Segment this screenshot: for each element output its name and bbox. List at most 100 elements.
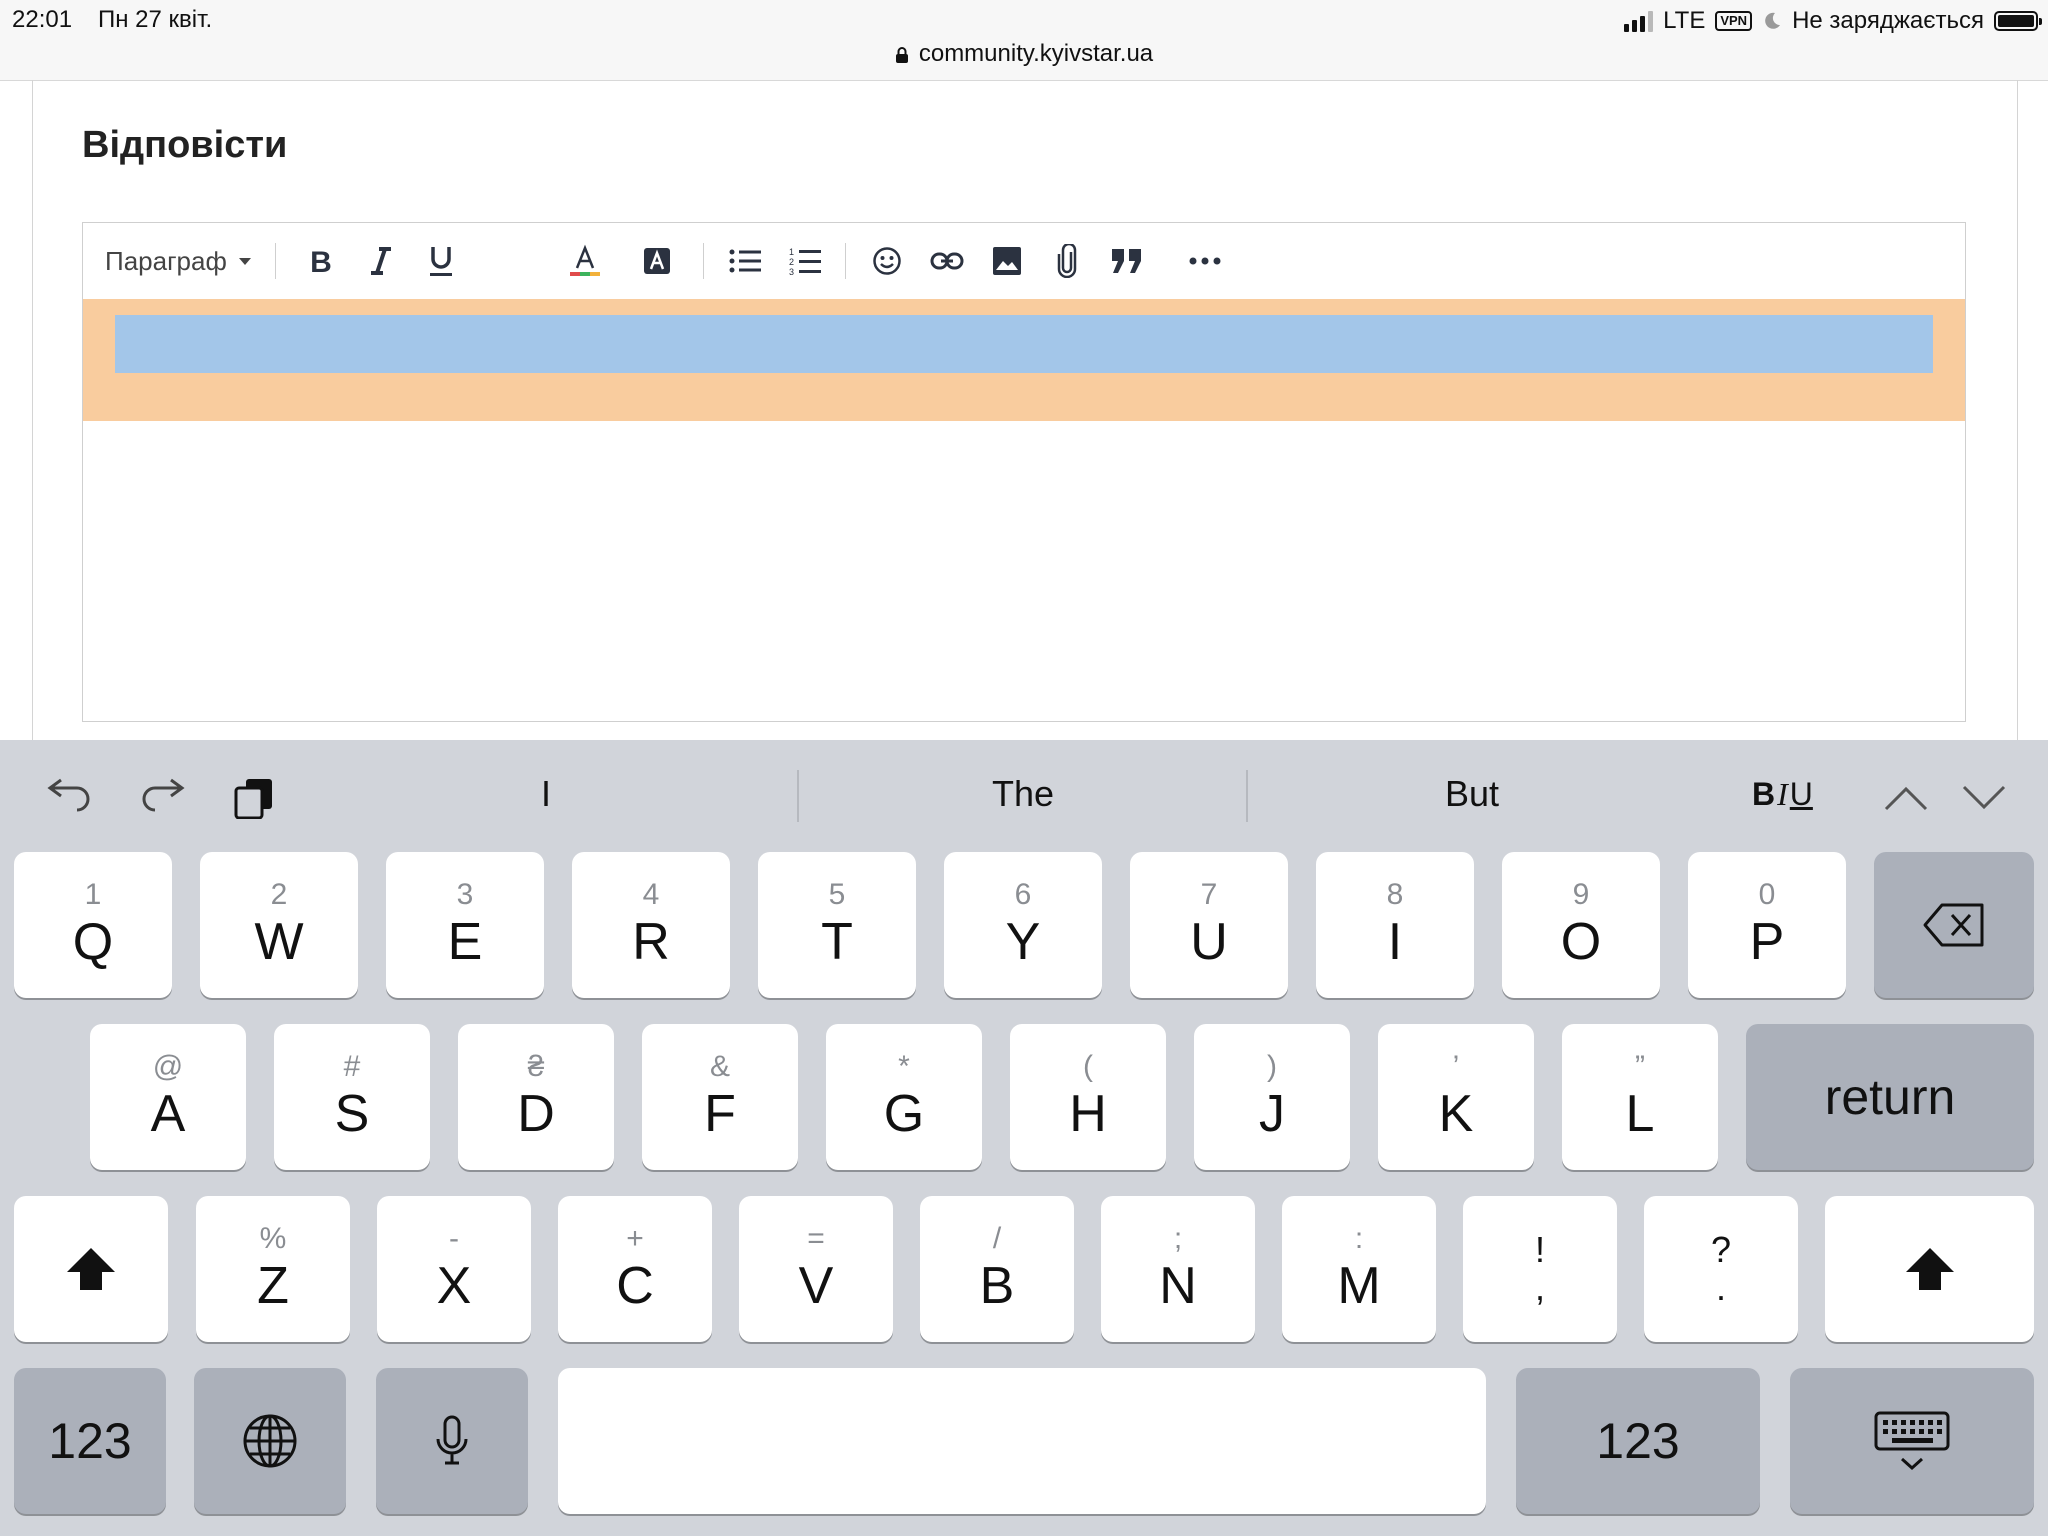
numbers-key-left[interactable]: 123 bbox=[14, 1368, 166, 1514]
attachment-icon bbox=[1057, 244, 1077, 278]
key-c[interactable]: + C bbox=[558, 1196, 712, 1342]
dictation-key[interactable] bbox=[376, 1368, 528, 1514]
key-bottom-symbol: . bbox=[1715, 1267, 1726, 1308]
key-bottom-symbol: , bbox=[1534, 1267, 1545, 1308]
key-z[interactable]: % Z bbox=[196, 1196, 350, 1342]
key-u[interactable]: 7U bbox=[1130, 852, 1288, 998]
shift-key-left[interactable] bbox=[14, 1196, 168, 1342]
key-j[interactable]: ) J bbox=[1194, 1024, 1350, 1170]
shift-icon bbox=[67, 1248, 115, 1290]
key-m[interactable]: :M bbox=[1282, 1196, 1436, 1342]
key-s[interactable]: # S bbox=[274, 1024, 430, 1170]
suggestion-bar: I The But BIU bbox=[0, 740, 2048, 848]
text-color-icon bbox=[570, 244, 600, 276]
italic-icon bbox=[371, 247, 391, 275]
key-exclamation-comma[interactable]: !, bbox=[1463, 1196, 1617, 1342]
key-letter: K bbox=[1438, 1085, 1474, 1143]
text-color-button[interactable] bbox=[565, 241, 605, 281]
keyboard-dismiss-icon bbox=[1874, 1411, 1950, 1471]
key-letter: T bbox=[821, 913, 853, 971]
paragraph-select[interactable]: Параграф bbox=[105, 241, 251, 281]
status-time: 22:01 bbox=[12, 6, 73, 33]
suggestion-3[interactable]: But bbox=[1249, 740, 1695, 848]
key-q[interactable]: 1Q bbox=[14, 852, 172, 998]
battery-icon bbox=[1994, 11, 2042, 31]
key-g[interactable]: * G bbox=[826, 1024, 982, 1170]
backspace-key[interactable] bbox=[1874, 852, 2034, 998]
signal-icon bbox=[1624, 10, 1654, 32]
key-secondary: @ bbox=[152, 1050, 184, 1083]
format-button[interactable]: BIU bbox=[1752, 776, 1813, 813]
key-k[interactable]: ’ K bbox=[1378, 1024, 1534, 1170]
key-t[interactable]: 5T bbox=[758, 852, 916, 998]
attachment-button[interactable] bbox=[1047, 241, 1087, 281]
key-question-period[interactable]: ?. bbox=[1644, 1196, 1798, 1342]
key-secondary: ’ bbox=[1452, 1050, 1460, 1083]
numbers-key-right[interactable]: 123 bbox=[1516, 1368, 1760, 1514]
more-button[interactable] bbox=[1185, 241, 1225, 281]
italic-button[interactable] bbox=[361, 241, 401, 281]
backspace-icon bbox=[1923, 903, 1984, 947]
svg-text:3: 3 bbox=[789, 267, 794, 276]
key-r[interactable]: 4R bbox=[572, 852, 730, 998]
rich-text-editor[interactable]: Параграф B 123 bbox=[82, 222, 1966, 722]
toolbar-divider bbox=[845, 243, 846, 279]
key-secondary: ( bbox=[1083, 1050, 1093, 1083]
previous-field-button[interactable] bbox=[1878, 770, 1934, 826]
status-date: Пн 27 квіт. bbox=[98, 6, 213, 33]
svg-text:2: 2 bbox=[789, 257, 794, 267]
emoji-button[interactable] bbox=[867, 241, 907, 281]
space-key[interactable] bbox=[558, 1368, 1486, 1514]
key-p[interactable]: 0P bbox=[1688, 852, 1846, 998]
key-secondary: % bbox=[259, 1222, 287, 1255]
next-field-button[interactable] bbox=[1956, 770, 2012, 826]
numbers-label: 123 bbox=[48, 1413, 132, 1469]
format-italic-label: I bbox=[1777, 776, 1788, 812]
undo-button[interactable] bbox=[42, 770, 98, 826]
redo-button[interactable] bbox=[134, 770, 190, 826]
key-secondary: ) bbox=[1267, 1050, 1277, 1083]
key-e[interactable]: 3E bbox=[386, 852, 544, 998]
shift-key-right[interactable] bbox=[1825, 1196, 2034, 1342]
quote-button[interactable] bbox=[1107, 241, 1147, 281]
key-secondary: 8 bbox=[1386, 878, 1404, 911]
key-x[interactable]: -X bbox=[377, 1196, 531, 1342]
microphone-icon bbox=[436, 1415, 468, 1465]
key-letter: L bbox=[1625, 1085, 1655, 1143]
globe-key[interactable] bbox=[194, 1368, 346, 1514]
key-secondary: 5 bbox=[828, 878, 846, 911]
key-f[interactable]: & F bbox=[642, 1024, 798, 1170]
bold-button[interactable]: B bbox=[301, 241, 341, 281]
key-letter: Y bbox=[1005, 913, 1041, 971]
key-a[interactable]: @ A bbox=[90, 1024, 246, 1170]
return-key[interactable]: return bbox=[1746, 1024, 2034, 1170]
shift-icon bbox=[1905, 1248, 1954, 1290]
key-letter: O bbox=[1560, 913, 1602, 971]
key-l[interactable]: ” L bbox=[1562, 1024, 1718, 1170]
key-v[interactable]: = V bbox=[739, 1196, 893, 1342]
key-letter: I bbox=[1387, 913, 1403, 971]
highlight-button[interactable] bbox=[637, 241, 677, 281]
key-letter: X bbox=[436, 1257, 472, 1315]
key-o[interactable]: 9O bbox=[1502, 852, 1660, 998]
numbered-list-button[interactable]: 123 bbox=[785, 241, 825, 281]
key-d[interactable]: ₴ D bbox=[458, 1024, 614, 1170]
key-h[interactable]: (H bbox=[1010, 1024, 1166, 1170]
image-button[interactable] bbox=[987, 241, 1027, 281]
key-b[interactable]: / B bbox=[920, 1196, 1074, 1342]
key-i[interactable]: 8I bbox=[1316, 852, 1474, 998]
key-n[interactable]: ; N bbox=[1101, 1196, 1255, 1342]
key-y[interactable]: 6Y bbox=[944, 852, 1102, 998]
hide-keyboard-key[interactable] bbox=[1790, 1368, 2034, 1514]
paste-button[interactable] bbox=[226, 770, 282, 826]
key-secondary: 1 bbox=[84, 878, 102, 911]
suggestion-2[interactable]: The bbox=[800, 740, 1246, 848]
address-bar[interactable]: community.kyivstar.ua bbox=[0, 40, 2048, 68]
suggestion-1[interactable]: I bbox=[296, 740, 796, 848]
key-w[interactable]: 2W bbox=[200, 852, 358, 998]
underline-button[interactable] bbox=[421, 241, 461, 281]
bullet-list-button[interactable] bbox=[725, 241, 765, 281]
link-button[interactable] bbox=[927, 241, 967, 281]
quote-block[interactable] bbox=[83, 299, 1965, 421]
more-icon bbox=[1189, 257, 1221, 265]
